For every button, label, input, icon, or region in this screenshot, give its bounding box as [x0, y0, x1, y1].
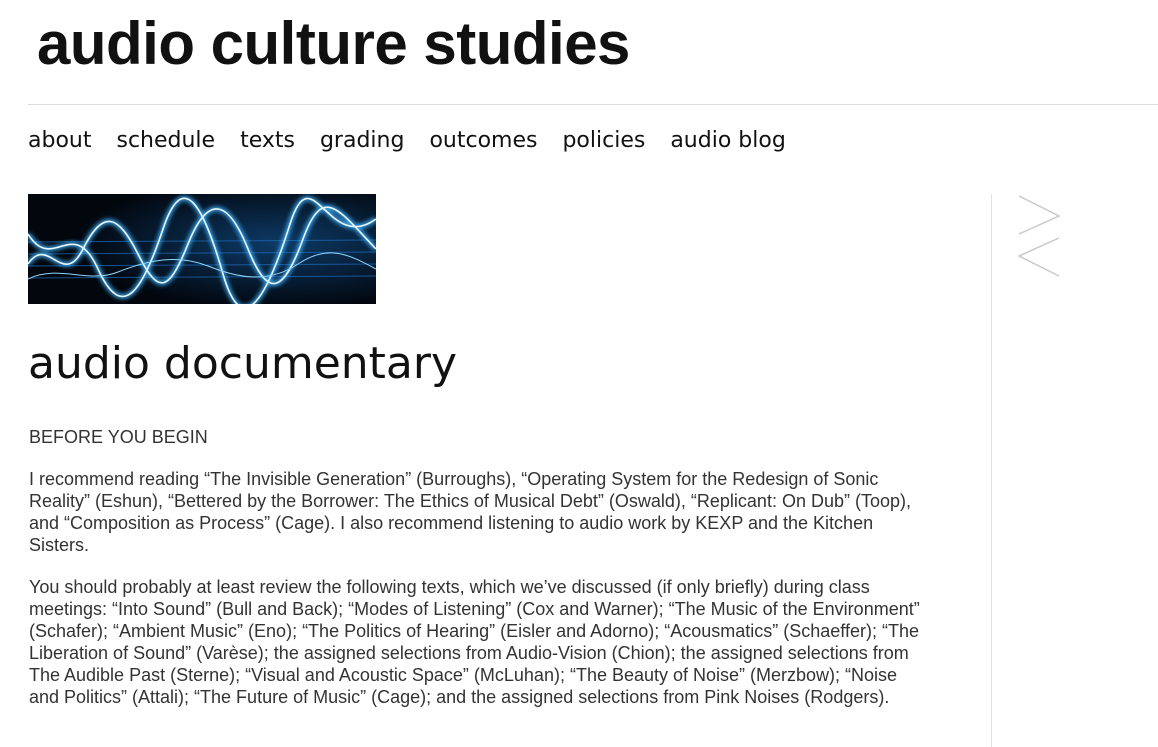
expand-collapse-arrows-icon[interactable]	[1017, 195, 1061, 277]
nav-schedule[interactable]: schedule	[116, 128, 215, 154]
nav-audio-blog[interactable]: audio blog	[670, 128, 785, 154]
nav-texts[interactable]: texts	[240, 128, 295, 154]
nav-about[interactable]: about	[28, 128, 91, 154]
nav-grading[interactable]: grading	[320, 128, 404, 154]
paragraph-reading-list: I recommend reading “The Invisible Gener…	[29, 469, 911, 555]
sidebar-divider	[991, 194, 992, 747]
waveform-banner-image	[28, 194, 376, 304]
paragraph-review-texts: You should probably at least review the …	[29, 577, 920, 707]
nav-policies[interactable]: policies	[562, 128, 645, 154]
nav-outcomes[interactable]: outcomes	[429, 128, 537, 154]
site-title[interactable]: audio culture studies	[37, 14, 630, 74]
section-heading: BEFORE YOU BEGIN	[29, 427, 208, 447]
article-content: BEFORE YOU BEGIN I recommend reading “Th…	[29, 426, 929, 728]
waveform-banner-icon	[28, 194, 376, 304]
main-nav: about schedule texts grading outcomes po…	[28, 128, 786, 154]
page-title: audio documentary	[28, 338, 457, 389]
chevron-arrows-icon	[1017, 195, 1061, 277]
header-divider	[28, 104, 1158, 105]
